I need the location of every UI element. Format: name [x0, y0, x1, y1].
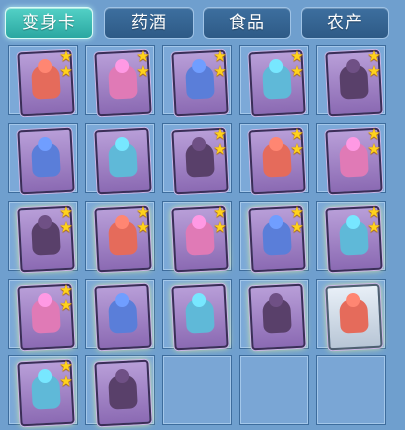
character-portrait-icon: [185, 142, 215, 178]
inventory-slot[interactable]: ★ ★: [162, 201, 232, 273]
character-portrait-icon: [339, 142, 369, 178]
inventory-slot[interactable]: ★ ★: [85, 45, 155, 117]
character-portrait-icon: [185, 64, 215, 100]
inventory-slot[interactable]: ★ ★: [85, 201, 155, 273]
star-rating: ★ ★: [289, 127, 305, 157]
character-portrait-icon: [31, 374, 61, 410]
tab-food[interactable]: 食品: [203, 7, 291, 39]
star-rating: ★ ★: [289, 205, 305, 235]
inventory-slot[interactable]: [239, 279, 309, 351]
inventory-slot[interactable]: ★ ★: [239, 45, 309, 117]
character-portrait-icon: [185, 220, 215, 256]
character-portrait-icon: [108, 374, 138, 410]
character-portrait-icon: [31, 220, 61, 256]
tab-farm-produce[interactable]: 农产: [301, 7, 389, 39]
inventory-slot[interactable]: ★ ★: [316, 45, 386, 117]
character-portrait-icon: [108, 220, 138, 256]
character-portrait-icon: [31, 64, 61, 100]
winged-girl-transform-card: [171, 283, 229, 351]
star-icon: ★: [59, 296, 73, 314]
star-rating: ★ ★: [58, 359, 74, 389]
horse-knight-transform-card: [17, 127, 75, 195]
inventory-slot[interactable]: [162, 279, 232, 351]
inventory-slot[interactable]: ★ ★: [8, 279, 78, 351]
star-icon: ★: [367, 62, 381, 80]
character-portrait-icon: [339, 220, 369, 256]
star-icon: ★: [290, 218, 304, 236]
spirit-transform-card: [94, 283, 152, 351]
star-icon: ★: [367, 218, 381, 236]
star-icon: ★: [213, 140, 227, 158]
star-icon: ★: [213, 62, 227, 80]
inventory-slot[interactable]: [85, 355, 155, 427]
character-portrait-icon: [339, 64, 369, 100]
character-portrait-icon: [108, 142, 138, 178]
character-portrait-icon: [108, 298, 138, 334]
horse-knight-transform-card: [94, 127, 152, 195]
star-icon: ★: [290, 140, 304, 158]
inventory-slot[interactable]: [8, 123, 78, 195]
inventory-slot[interactable]: [85, 123, 155, 195]
inventory-slot[interactable]: [316, 279, 386, 351]
panda-transform-card: [248, 283, 306, 351]
character-portrait-icon: [262, 64, 292, 100]
star-icon: ★: [59, 62, 73, 80]
star-rating: ★ ★: [366, 127, 382, 157]
star-icon: ★: [290, 62, 304, 80]
ghost-knight-transform-card: [325, 283, 383, 351]
inventory-slot[interactable]: ★ ★: [316, 123, 386, 195]
star-icon: ★: [136, 62, 150, 80]
star-rating: ★ ★: [58, 283, 74, 313]
star-rating: ★ ★: [289, 49, 305, 79]
star-icon: ★: [136, 218, 150, 236]
inventory-slot[interactable]: [85, 279, 155, 351]
empty-inventory-slot[interactable]: [239, 355, 309, 425]
category-tab-bar: 变身卡 药酒 食品 农产: [0, 0, 405, 40]
star-icon: ★: [213, 218, 227, 236]
star-rating: ★ ★: [212, 127, 228, 157]
character-portrait-icon: [262, 220, 292, 256]
star-rating: ★ ★: [366, 49, 382, 79]
star-rating: ★ ★: [58, 205, 74, 235]
tab-potions[interactable]: 药酒: [104, 7, 194, 39]
star-rating: ★ ★: [58, 49, 74, 79]
inventory-slot[interactable]: ★ ★: [316, 201, 386, 273]
character-portrait-icon: [108, 64, 138, 100]
star-rating: ★ ★: [366, 205, 382, 235]
tab-transform-cards[interactable]: 变身卡: [5, 7, 93, 39]
inventory-slot[interactable]: ★ ★: [239, 201, 309, 273]
inventory-slot[interactable]: ★ ★: [162, 45, 232, 117]
character-portrait-icon: [31, 142, 61, 178]
star-icon: ★: [367, 140, 381, 158]
empty-inventory-slot[interactable]: [316, 355, 386, 425]
inventory-slot[interactable]: ★ ★: [8, 355, 78, 427]
inventory-slot[interactable]: ★ ★: [8, 45, 78, 117]
inventory-slot[interactable]: ★ ★: [162, 123, 232, 195]
character-portrait-icon: [31, 298, 61, 334]
character-portrait-icon: [262, 298, 292, 334]
inventory-slot[interactable]: ★ ★: [8, 201, 78, 273]
fox-spirit-transform-card: [94, 359, 152, 427]
star-rating: ★ ★: [212, 49, 228, 79]
character-portrait-icon: [339, 298, 369, 334]
star-icon: ★: [59, 372, 73, 390]
character-portrait-icon: [185, 298, 215, 334]
empty-inventory-slot[interactable]: [162, 355, 232, 425]
star-rating: ★ ★: [212, 205, 228, 235]
star-rating: ★ ★: [135, 49, 151, 79]
character-portrait-icon: [262, 142, 292, 178]
inventory-slot[interactable]: ★ ★: [239, 123, 309, 195]
star-rating: ★ ★: [135, 205, 151, 235]
star-icon: ★: [59, 218, 73, 236]
